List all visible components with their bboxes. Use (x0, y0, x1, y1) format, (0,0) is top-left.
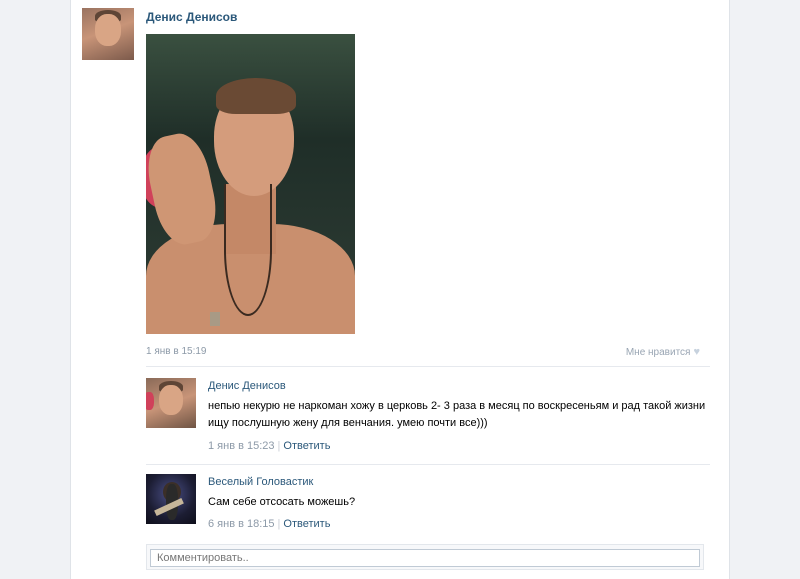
heart-icon: ♥ (693, 346, 700, 358)
photo-necklace (224, 184, 272, 316)
post-author-avatar[interactable] (82, 8, 134, 60)
comment-meta: 6 янв в 18:15 | Ответить (208, 518, 330, 530)
photo-pendant (210, 312, 220, 326)
comment-meta: 1 янв в 15:23 | Ответить (208, 440, 330, 452)
avatar-pillow (146, 392, 154, 410)
comment-item: Веселый Головастик Сам себе отсосать мож… (146, 474, 710, 534)
avatar-face (95, 14, 121, 46)
divider (146, 366, 710, 367)
comment-author-avatar[interactable] (146, 474, 196, 524)
photo-arm (146, 128, 223, 250)
comment-text: непью некурю не наркоман хожу в церковь … (208, 400, 706, 429)
post-timestamp[interactable]: 1 янв в 15:19 (146, 346, 206, 357)
like-label: Мне нравится (625, 346, 691, 358)
meta-separator: | (277, 518, 281, 530)
avatar-face (159, 385, 183, 415)
comment-author-avatar[interactable] (146, 378, 196, 428)
comment-text: Сам себе отсосать можешь? (208, 496, 356, 508)
post-author-name[interactable]: Денис Денисов (146, 10, 237, 24)
comment-timestamp[interactable]: 6 янв в 18:15 (208, 518, 275, 530)
comment-composer (146, 544, 704, 570)
comment-item: Денис Денисов непью некурю не наркоман х… (146, 378, 710, 458)
comment-timestamp[interactable]: 1 янв в 15:23 (208, 440, 275, 452)
reply-button[interactable]: Ответить (283, 440, 330, 452)
reply-button[interactable]: Ответить (283, 518, 330, 530)
comment-author-name[interactable]: Веселый Головастик (208, 476, 313, 488)
photo-hair (216, 78, 296, 114)
like-button[interactable]: Мне нравится ♥ (626, 346, 700, 358)
comment-input[interactable] (150, 549, 700, 567)
post-photo[interactable] (146, 34, 355, 334)
meta-separator: | (277, 440, 281, 452)
divider (146, 464, 710, 465)
comment-author-name[interactable]: Денис Денисов (208, 380, 286, 392)
